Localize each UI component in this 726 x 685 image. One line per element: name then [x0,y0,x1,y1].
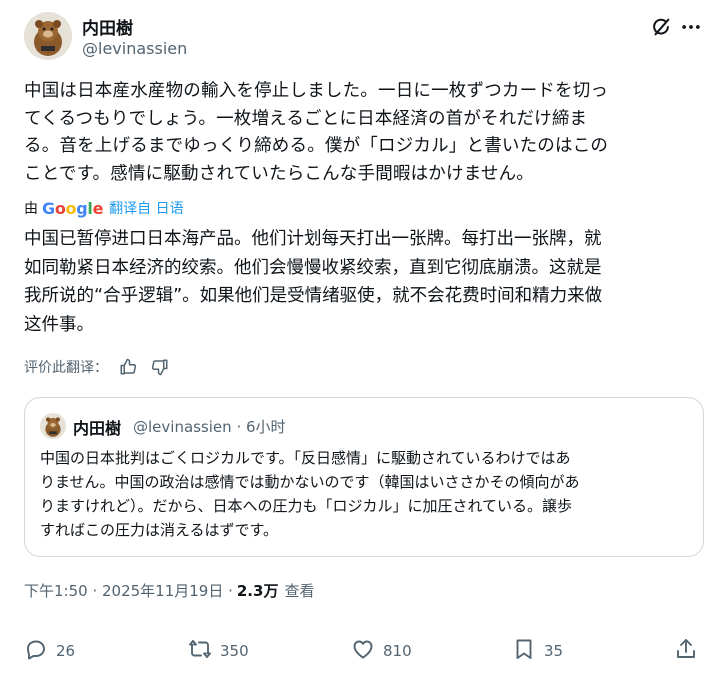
post-text-translated: 中国已暂停进口日本海产品。他们计划每天打出一张牌。每打出一张牌，就 如同勒紧日本… [24,225,706,339]
bookmark-count: 35 [544,642,564,660]
translation-by-label: 由 [24,201,38,217]
thumbs-down-icon[interactable] [148,355,172,379]
share-button[interactable] [674,636,698,666]
reply-button[interactable]: 26 [24,636,75,666]
views-count: 2.3万 [236,582,279,600]
repost-icon [188,637,212,665]
repost-count: 350 [220,642,249,660]
google-logo: Google [42,198,104,218]
post-text-original: 中国は日本産水産物の輸入を停止しました。一日に一枚ずつカードを切っ てくるつもり… [24,78,706,188]
thumbs-up-icon[interactable] [116,355,140,379]
author-avatar[interactable] [24,12,72,60]
grok-icon[interactable] [648,14,674,40]
quoted-author-meta: @levinassien · 6小时 [133,418,286,436]
translated-line: 这件事。 [24,314,94,335]
repost-button[interactable]: 350 [188,636,249,666]
action-bar: 26 350 810 35 [24,636,704,666]
reply-count: 26 [56,642,76,660]
quoted-line: りますけれど）。だから、日本への圧力も「ロジカル」に加圧されている。譲歩 [40,497,573,515]
like-button[interactable]: 810 [351,636,412,666]
like-icon [351,637,375,665]
rate-translation-label: 评价此翻译： [24,360,108,376]
translated-from-link[interactable]: 翻译自 日语 [109,198,183,218]
reply-icon [24,637,48,665]
translated-line: 如同勒紧日本经济的绞索。他们会慢慢收紧绞索，直到它彻底崩溃。这就是 [24,257,602,278]
quoted-line: りません。中国の政治は感情では動かないのです（韓国はいささかその傾向があ [40,473,580,491]
author-handle[interactable]: @levinassien [82,39,187,58]
translated-line: 中国已暂停进口日本海产品。他们计划每天打出一张牌。每打出一张牌，就 [24,229,602,249]
quoted-line: すればこの圧力は消えるはずです。 [40,521,279,539]
post-meta: 下午1:50 · 2025年11月19日 · 2.3万 查看 [24,580,314,601]
more-icon[interactable] [678,14,704,40]
quoted-author-name: 内田樹 [73,419,122,438]
quoted-post[interactable]: 内田樹 @levinassien · 6小时 中国の日本批判はごくロジカルです。… [24,397,704,557]
like-count: 810 [383,642,412,660]
post-line: る。音を上げるまでゆっくり締める。僕が「ロジカル」と書いたのはこの [24,136,609,156]
share-icon [674,637,698,665]
post-line: 中国は日本産水産物の輸入を停止しました。一日に一枚ずつカードを切っ [24,81,609,101]
translation-attribution: 由 Google 翻译自 日语 [24,198,184,218]
quoted-text: 中国の日本批判はごくロジカルです。「反日感情」に駆動されているわけではあ りませ… [40,446,690,542]
rate-translation: 评价此翻译： [24,355,172,379]
author-name[interactable]: 内田樹 [82,14,133,39]
bookmark-icon [512,637,536,665]
post-header: 内田樹 @levinassien [24,12,704,62]
quoted-line: 中国の日本批判はごくロジカルです。「反日感情」に駆動されているわけではあ [40,449,571,467]
views-label: 查看 [284,582,315,600]
bookmark-button[interactable]: 35 [512,636,563,666]
quoted-author-avatar [40,413,66,439]
post-line: ことです。感情に駆動されていたらこんな手間暇はかけません。 [24,163,534,184]
translated-line: 我所说的“合乎逻辑”。如果他们是受情绪驱使，就不会花费时间和精力来做 [24,286,603,306]
post-timestamp[interactable]: 下午1:50 · 2025年11月19日 · [24,580,233,601]
post-line: てくるつもりでしょう。一枚増えるごとに日本経済の首がそれだけ締ま [24,108,588,129]
